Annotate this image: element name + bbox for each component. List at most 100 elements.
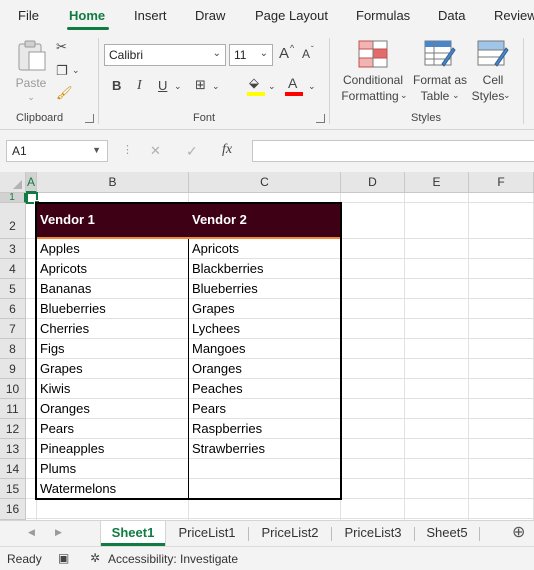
row-header-10[interactable]: 10 — [0, 379, 26, 399]
vendor1-cell[interactable]: Cherries — [37, 321, 89, 336]
tab-review[interactable]: Review — [494, 8, 534, 23]
worksheet-grid[interactable]: A B C D E F 1 2 3 4 5 6 7 8 9 10 11 12 1… — [0, 172, 534, 520]
sheet-tab-sheet1[interactable]: Sheet1 — [101, 521, 165, 546]
table-header-vendor-2[interactable]: Vendor 2 — [189, 203, 340, 237]
row-header-1[interactable]: 1 — [0, 193, 26, 203]
borders-chevron-icon[interactable]: ⌄ — [212, 82, 220, 91]
sheet-tab-sheet5[interactable]: Sheet5 — [416, 521, 478, 546]
vendor2-cell[interactable]: Lychees — [189, 321, 240, 336]
sheet-tab-pricelist1[interactable]: PriceList1 — [167, 521, 247, 546]
accessibility-icon[interactable]: ✲ — [90, 552, 100, 564]
vendor1-cell[interactable]: Grapes — [37, 361, 83, 376]
vendor1-cell[interactable]: Bananas — [37, 281, 91, 296]
row-header-15[interactable]: 15 — [0, 479, 26, 499]
tab-page-layout[interactable]: Page Layout — [255, 8, 328, 23]
scroll-tabs-right-icon[interactable]: ▶ — [55, 528, 62, 537]
add-sheet-icon[interactable]: ⊕ — [512, 525, 525, 541]
tab-file[interactable]: File — [18, 8, 39, 23]
underline-button[interactable]: U — [158, 79, 167, 92]
fill-color-button[interactable]: ⬙ — [247, 75, 267, 97]
vendor2-cell[interactable]: Blackberries — [189, 261, 264, 276]
scroll-tabs-left-icon[interactable]: ◀ — [28, 528, 35, 537]
row-header-6[interactable]: 6 — [0, 299, 26, 319]
row-header-4[interactable]: 4 — [0, 259, 26, 279]
formula-input[interactable] — [252, 140, 534, 162]
row-header-7[interactable]: 7 — [0, 319, 26, 339]
cancel-icon[interactable]: ✕ — [150, 144, 161, 157]
conditional-formatting-button[interactable]: Conditional Formatting ⌄ — [338, 38, 408, 108]
column-header-b[interactable]: B — [37, 172, 189, 193]
vendor1-cell[interactable]: Oranges — [37, 401, 90, 416]
font-color-chevron-icon[interactable]: ⌄ — [308, 82, 316, 91]
vendor2-cell[interactable]: Mangoes — [189, 341, 245, 356]
vendor1-cell[interactable]: Apples — [37, 241, 80, 256]
insert-function-icon[interactable]: fx — [222, 143, 232, 157]
row-header-8[interactable]: 8 — [0, 339, 26, 359]
sheet-tab-pricelist2[interactable]: PriceList2 — [250, 521, 330, 546]
tab-insert[interactable]: Insert — [134, 8, 167, 23]
copy-chevron-icon[interactable]: ⌄ — [72, 66, 80, 75]
format-painter-icon[interactable]: 🖌 — [56, 86, 73, 99]
row-header-2[interactable]: 2 — [0, 203, 26, 239]
vendor1-cell[interactable]: Apricots — [37, 261, 87, 276]
vendor2-cell[interactable]: Oranges — [189, 361, 242, 376]
column-header-d[interactable]: D — [341, 172, 405, 193]
row-header-14[interactable]: 14 — [0, 459, 26, 479]
name-box[interactable]: A1 ▼ — [6, 140, 108, 162]
column-header-c[interactable]: C — [189, 172, 341, 193]
font-launcher-icon[interactable] — [316, 114, 325, 123]
shrink-font-icon[interactable]: A — [302, 48, 310, 60]
row-header-12[interactable]: 12 — [0, 419, 26, 439]
table-header-vendor-1[interactable]: Vendor 1 — [37, 203, 189, 237]
font-color-button[interactable]: A — [285, 75, 305, 97]
paste-button[interactable]: Paste ⌄ — [12, 38, 50, 102]
tab-data[interactable]: Data — [438, 8, 465, 23]
accessibility-status[interactable]: Accessibility: Investigate — [108, 552, 238, 566]
vendor1-cell[interactable]: Pears — [37, 421, 74, 436]
borders-icon[interactable]: ⊞ — [195, 78, 206, 91]
vendor2-cell[interactable]: Strawberries — [189, 441, 265, 456]
more-options-icon[interactable]: ⋮ — [122, 145, 133, 156]
enter-icon[interactable]: ✓ — [186, 144, 198, 158]
vendor2-cell[interactable]: Raspberries — [189, 421, 262, 436]
vendor1-cell[interactable]: Plums — [37, 461, 76, 476]
clipboard-launcher-icon[interactable] — [85, 114, 94, 123]
vendor2-cell[interactable]: Apricots — [189, 241, 239, 256]
italic-button[interactable]: I — [137, 79, 142, 93]
underline-chevron-icon[interactable]: ⌄ — [174, 82, 182, 91]
grow-font-icon[interactable]: A — [279, 46, 289, 61]
column-header-e[interactable]: E — [405, 172, 469, 193]
tab-draw[interactable]: Draw — [195, 8, 225, 23]
name-box-chevron-icon[interactable]: ▼ — [92, 145, 101, 155]
cut-icon[interactable]: ✂ — [56, 40, 67, 53]
vendor1-cell[interactable]: Watermelons — [37, 481, 116, 496]
vendor1-cell[interactable]: Figs — [37, 341, 65, 356]
row-header-3[interactable]: 3 — [0, 239, 26, 259]
font-name-combo[interactable]: Calibri ⌄ — [104, 44, 226, 66]
row-header-13[interactable]: 13 — [0, 439, 26, 459]
select-all-button[interactable] — [0, 172, 26, 193]
format-as-table-button[interactable]: Format as Table ⌄ — [412, 38, 468, 108]
sheet-tab-pricelist3[interactable]: PriceList3 — [333, 521, 413, 546]
vendor2-cell[interactable]: Grapes — [189, 301, 235, 316]
vendor1-cell[interactable]: Pineapples — [37, 441, 104, 456]
column-header-f[interactable]: F — [469, 172, 534, 193]
row-header-11[interactable]: 11 — [0, 399, 26, 419]
row-header-16[interactable]: 16 — [0, 499, 26, 520]
vendor2-cell[interactable]: Pears — [189, 401, 226, 416]
row-header-5[interactable]: 5 — [0, 279, 26, 299]
bold-button[interactable]: B — [112, 79, 121, 92]
column-header-a[interactable]: A — [26, 172, 37, 193]
tab-home[interactable]: Home — [69, 8, 105, 23]
tab-formulas[interactable]: Formulas — [356, 8, 410, 23]
copy-icon[interactable]: ❐ — [56, 64, 68, 77]
fill-color-chevron-icon[interactable]: ⌄ — [268, 82, 276, 91]
vendor1-cell[interactable]: Blueberries — [37, 301, 106, 316]
vendor2-cell[interactable]: Blueberries — [189, 281, 258, 296]
cell-styles-button[interactable]: Cell Styles ⌄ — [470, 38, 516, 108]
macro-recording-icon[interactable]: ▣ — [58, 552, 69, 564]
row-header-9[interactable]: 9 — [0, 359, 26, 379]
vendor2-cell[interactable]: Peaches — [189, 381, 243, 396]
font-size-combo[interactable]: 11 ⌄ — [229, 44, 273, 66]
vendor1-cell[interactable]: Kiwis — [37, 381, 70, 396]
